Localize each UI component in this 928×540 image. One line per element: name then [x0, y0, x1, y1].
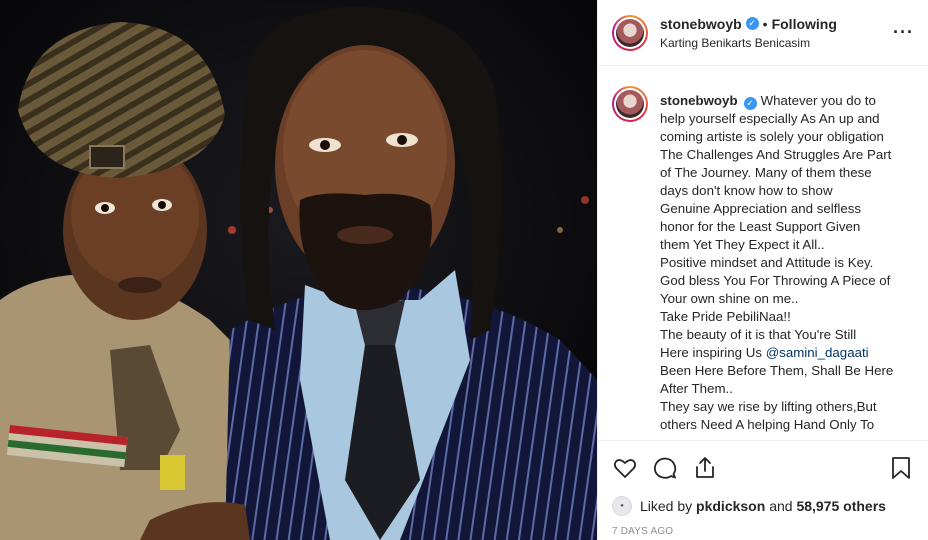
verified-badge-icon: ✓ — [743, 96, 757, 110]
caption-line: They say we rise by lifting others,But — [660, 399, 877, 414]
caption-line: them Yet They Expect it All.. — [660, 237, 825, 252]
caption-line: God bless You For Throwing A Piece of — [660, 273, 891, 288]
caption-line: After Them.. — [660, 381, 733, 396]
likes-count-link[interactable]: 58,975 others — [796, 498, 886, 514]
post-image — [0, 0, 597, 540]
action-bar — [598, 440, 928, 494]
caption-line: Positive mindset and Attitude is Key. — [660, 255, 874, 270]
caption-author-avatar[interactable] — [612, 86, 648, 122]
caption-line: help yourself especially As An up and — [660, 111, 880, 126]
caption-line: of The Journey. Many of them these — [660, 165, 872, 180]
post-details-panel: stonebwoyb ✓ • Following Karting Benikar… — [597, 0, 928, 540]
post-location[interactable]: Karting Benikarts Benicasim — [660, 36, 893, 50]
caption-text: stonebwoyb ✓ Whatever you do to help yours… — [660, 92, 912, 440]
post-header: stonebwoyb ✓ • Following Karting Benikar… — [598, 0, 928, 66]
caption-line: days don't know how to show — [660, 183, 833, 198]
comment-icon[interactable] — [652, 455, 678, 481]
verified-badge-icon: ✓ — [745, 17, 759, 30]
likes-summary: ● Liked by pkdickson and 58,975 others — [598, 494, 928, 518]
post-photo[interactable] — [0, 0, 597, 540]
caption-mention-line: Here inspiring Us @samini_dagaati — [660, 344, 912, 362]
heart-icon[interactable] — [612, 455, 638, 481]
caption-line: Been Here Before Them, Shall Be Here — [660, 363, 894, 378]
post-timestamp[interactable]: 7 DAYS AGO — [598, 518, 928, 537]
liker-username[interactable]: pkdickson — [696, 498, 765, 514]
separator-dot: • — [762, 15, 768, 32]
caption-line: Take Pride PebiliNaa!! — [660, 309, 791, 324]
bookmark-icon[interactable] — [888, 455, 914, 481]
caption-username[interactable]: stonebwoyb — [660, 93, 738, 108]
caption-line: coming artiste is solely your obligation — [660, 129, 884, 144]
caption-section: stonebwoyb ✓ Whatever you do to help yours… — [598, 66, 928, 440]
follow-status-button[interactable]: Following — [772, 16, 837, 32]
caption-line: honor for the Least Support Given — [660, 219, 861, 234]
share-icon[interactable] — [692, 455, 718, 481]
likes-middle: and — [769, 498, 793, 514]
more-options-icon[interactable]: ··· — [893, 22, 914, 43]
likes-prefix: Liked by — [640, 498, 693, 514]
author-avatar[interactable] — [612, 14, 648, 51]
caption-line: others Need A helping Hand Only To — [660, 417, 875, 432]
author-username[interactable]: stonebwoyb — [660, 16, 742, 32]
caption-line: Genuine Appreciation and selfless — [660, 201, 862, 216]
header-text: stonebwoyb ✓ • Following Karting Benikar… — [660, 16, 893, 50]
liker-avatar[interactable]: ● — [612, 496, 632, 516]
mention-link[interactable]: @samini_dagaati — [766, 345, 869, 360]
caption-line: The Challenges And Struggles Are Part — [660, 147, 892, 162]
caption-line: Here inspiring Us — [660, 345, 766, 360]
caption-line: Whatever you do to — [760, 93, 876, 108]
caption-line: Your own shine on me.. — [660, 291, 799, 306]
caption-first-line: stonebwoyb ✓ Whatever you do to — [660, 92, 912, 110]
caption-line: The beauty of it is that You're Still — [660, 327, 857, 342]
